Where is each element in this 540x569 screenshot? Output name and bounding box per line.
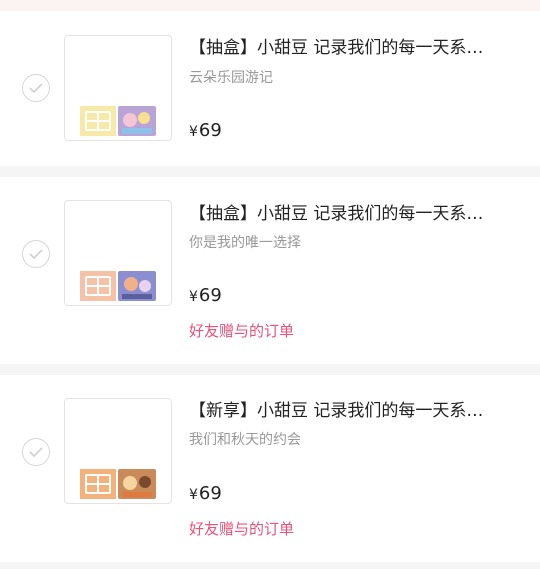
product-box-image bbox=[80, 271, 158, 301]
currency-symbol: ¥ bbox=[189, 124, 198, 140]
price-value: 69 bbox=[198, 120, 222, 141]
gift-order-label: 好友赠与的订单 bbox=[189, 322, 295, 340]
order-card[interactable]: 【抽盒】小甜豆 记录我们的每一天系… 你是我的唯一选择 ¥69 好友赠与的订单 bbox=[0, 177, 540, 364]
product-thumbnail[interactable] bbox=[64, 35, 172, 141]
product-price: ¥69 bbox=[189, 119, 222, 144]
price-value: 69 bbox=[198, 285, 222, 306]
product-thumbnail[interactable] bbox=[64, 398, 172, 504]
product-title[interactable]: 【抽盒】小甜豆 记录我们的每一天系… bbox=[189, 36, 529, 60]
product-variant: 云朵乐园游记 bbox=[189, 70, 273, 86]
currency-symbol: ¥ bbox=[189, 289, 198, 305]
product-price: ¥69 bbox=[189, 482, 222, 507]
product-variant: 你是我的唯一选择 bbox=[189, 235, 301, 251]
order-card[interactable]: 【新享】小甜豆 记录我们的每一天系… 我们和秋天的约会 ¥69 好友赠与的订单 bbox=[0, 375, 540, 562]
top-strip bbox=[0, 0, 540, 11]
order-card[interactable]: 【抽盒】小甜豆 记录我们的每一天系… 云朵乐园游记 ¥69 bbox=[0, 11, 540, 166]
box-artwork bbox=[118, 271, 156, 301]
check-icon bbox=[29, 447, 43, 458]
currency-symbol: ¥ bbox=[189, 487, 198, 503]
product-title[interactable]: 【抽盒】小甜豆 记录我们的每一天系… bbox=[189, 202, 529, 226]
box-artwork bbox=[118, 469, 156, 499]
product-variant: 我们和秋天的约会 bbox=[189, 432, 301, 448]
check-icon bbox=[29, 83, 43, 94]
select-checkbox[interactable] bbox=[22, 240, 50, 268]
select-checkbox[interactable] bbox=[22, 438, 50, 466]
product-box-image bbox=[80, 469, 158, 499]
select-checkbox[interactable] bbox=[22, 74, 50, 102]
product-thumbnail[interactable] bbox=[64, 200, 172, 306]
product-box-image bbox=[80, 106, 158, 136]
check-icon bbox=[29, 249, 43, 260]
box-artwork bbox=[118, 106, 156, 136]
box-window-icon bbox=[80, 469, 116, 499]
product-price: ¥69 bbox=[189, 284, 222, 309]
box-window-icon bbox=[80, 106, 116, 136]
price-value: 69 bbox=[198, 483, 222, 504]
gift-order-label: 好友赠与的订单 bbox=[189, 520, 295, 538]
box-window-icon bbox=[80, 271, 116, 301]
product-title[interactable]: 【新享】小甜豆 记录我们的每一天系… bbox=[189, 399, 529, 423]
